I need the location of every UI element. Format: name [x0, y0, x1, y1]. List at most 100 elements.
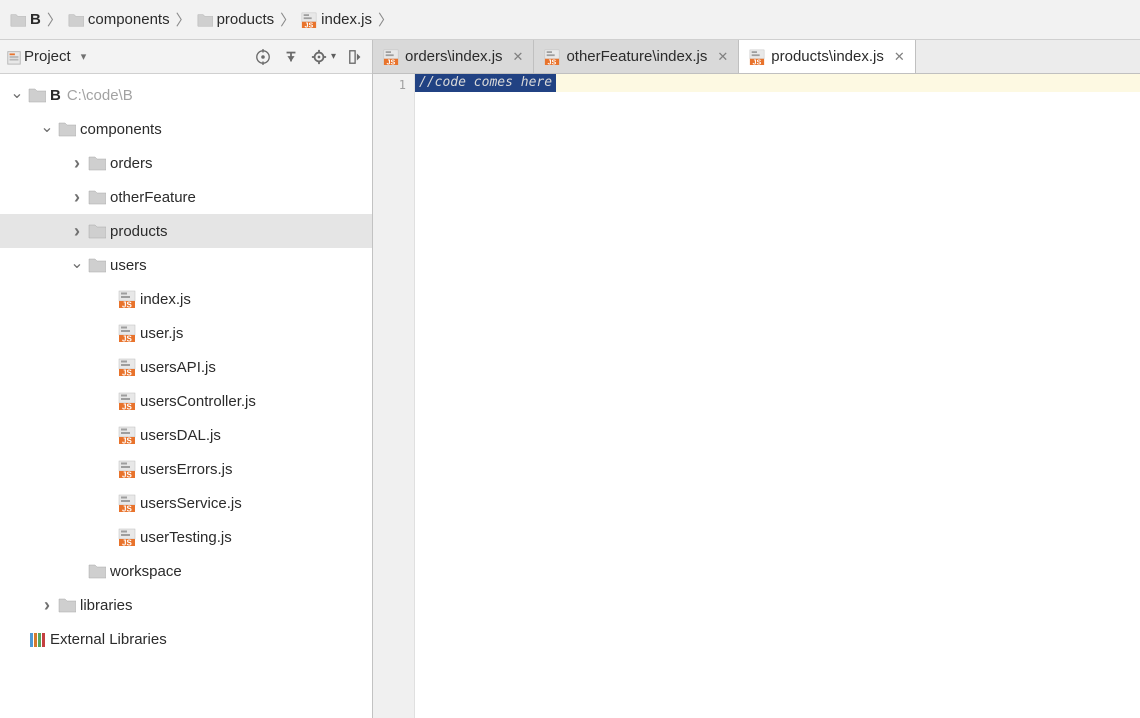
folder-icon	[56, 596, 78, 614]
breadcrumb-label: B	[30, 11, 41, 28]
js-file-icon	[116, 494, 138, 512]
tree-label: External Libraries	[48, 631, 167, 648]
tree-label: usersController.js	[138, 393, 256, 410]
tree-label: usersErrors.js	[138, 461, 233, 478]
js-file-icon	[749, 49, 765, 65]
breadcrumb-label: components	[88, 11, 170, 28]
breadcrumb-item[interactable]: B	[6, 11, 45, 28]
chevron-right-icon: 〉	[45, 9, 64, 30]
chevron-right-icon: 〉	[174, 9, 193, 30]
tree-label: otherFeature	[108, 189, 196, 206]
tree-row[interactable]: ⌄ BC:\code\B	[0, 78, 372, 112]
tree-label: libraries	[78, 597, 133, 614]
tree-row[interactable]: › products	[0, 214, 372, 248]
folder-icon	[86, 256, 108, 274]
folder-icon	[86, 562, 108, 580]
chevron-down-icon[interactable]: ⌄	[38, 117, 56, 137]
tree-row[interactable]: ⌄ components	[0, 112, 372, 146]
chevron-right-icon[interactable]: ›	[68, 187, 86, 208]
collapse-icon[interactable]	[283, 49, 299, 65]
code-line[interactable]: //code comes here	[415, 74, 1140, 92]
tree-label: userTesting.js	[138, 529, 232, 546]
folder-icon	[86, 154, 108, 172]
code-text: //code comes here	[415, 74, 556, 92]
editor-tab[interactable]: products\index.js ✕	[739, 40, 915, 73]
hide-icon[interactable]	[348, 49, 364, 65]
tree-label: B	[48, 87, 61, 104]
breadcrumb-item[interactable]: components	[64, 11, 174, 28]
project-toolbar: Project ▾ ▾	[0, 40, 372, 74]
js-file-icon	[116, 392, 138, 410]
editor-gutter: 1	[373, 74, 415, 718]
chevron-right-icon[interactable]: ›	[68, 221, 86, 242]
editor-tab[interactable]: orders\index.js ✕	[373, 40, 534, 73]
folder-icon	[86, 222, 108, 240]
gutter-line-number: 1	[373, 76, 406, 94]
tree-row[interactable]: workspace	[0, 554, 372, 588]
tree-label: orders	[108, 155, 153, 172]
js-file-icon	[116, 290, 138, 308]
tab-label: orders\index.js	[405, 48, 503, 65]
editor-content[interactable]: //code comes here	[415, 74, 1140, 718]
chevron-down-icon[interactable]: ⌄	[68, 253, 86, 273]
chevron-right-icon[interactable]: ›	[68, 153, 86, 174]
chevron-right-icon: 〉	[278, 9, 297, 30]
tab-label: products\index.js	[771, 48, 884, 65]
tree-row[interactable]: usersController.js	[0, 384, 372, 418]
tree-label: usersDAL.js	[138, 427, 221, 444]
project-tree[interactable]: ⌄ BC:\code\B ⌄ components › orders › otherFeatu…	[0, 74, 372, 718]
breadcrumb-item[interactable]: products	[193, 11, 279, 28]
chevron-right-icon: 〉	[376, 9, 395, 30]
folder-icon	[56, 120, 78, 138]
tree-label: user.js	[138, 325, 183, 342]
tree-row[interactable]: ⌄ users	[0, 248, 372, 282]
editor-tab[interactable]: otherFeature\index.js✕	[534, 40, 739, 73]
external-libraries-icon	[26, 630, 48, 648]
tree-row[interactable]: usersDAL.js	[0, 418, 372, 452]
breadcrumb: B〉components〉products〉index.js〉	[0, 0, 1140, 40]
editor-tabbar: orders\index.js✕otherFeature\index.js✕pr…	[373, 40, 1140, 74]
tree-row[interactable]: usersAPI.js	[0, 350, 372, 384]
tree-row[interactable]: usersErrors.js	[0, 452, 372, 486]
gear-dropdown-icon[interactable]: ▾	[331, 51, 336, 62]
gear-icon[interactable]	[311, 49, 327, 65]
tree-path: C:\code\B	[61, 87, 133, 104]
close-icon[interactable]: ✕	[509, 49, 524, 65]
js-file-icon	[116, 460, 138, 478]
close-icon[interactable]: ✕	[890, 49, 905, 65]
tree-label: components	[78, 121, 162, 138]
tree-row[interactable]: userTesting.js	[0, 520, 372, 554]
code-editor[interactable]: 1 //code comes here	[373, 74, 1140, 718]
tree-row[interactable]: usersService.js	[0, 486, 372, 520]
tree-row[interactable]: user.js	[0, 316, 372, 350]
folder-icon	[26, 86, 48, 104]
tree-label: usersAPI.js	[138, 359, 216, 376]
close-icon[interactable]: ✕	[713, 49, 728, 65]
tree-row[interactable]: index.js	[0, 282, 372, 316]
breadcrumb-item[interactable]: index.js	[297, 11, 376, 28]
js-file-icon	[116, 324, 138, 342]
target-icon[interactable]	[255, 49, 271, 65]
js-file-icon	[116, 528, 138, 546]
tree-label: index.js	[138, 291, 191, 308]
tree-row[interactable]: External Libraries	[0, 622, 372, 656]
tree-row[interactable]: › otherFeature	[0, 180, 372, 214]
chevron-right-icon[interactable]: ›	[38, 595, 56, 616]
tree-label: products	[108, 223, 168, 240]
editor-area: orders\index.js✕otherFeature\index.js✕pr…	[373, 40, 1140, 718]
folder-icon	[86, 188, 108, 206]
chevron-down-icon[interactable]: ⌄	[8, 83, 26, 103]
tree-row[interactable]: › orders	[0, 146, 372, 180]
project-view-selector[interactable]: Project ▾	[6, 48, 86, 65]
dropdown-arrow-icon: ▾	[73, 50, 87, 63]
project-title: Project	[24, 48, 71, 65]
tree-label: usersService.js	[138, 495, 242, 512]
main-split: Project ▾ ▾ ⌄ BC:\code\B ⌄ components › order…	[0, 40, 1140, 718]
project-sidebar: Project ▾ ▾ ⌄ BC:\code\B ⌄ components › order…	[0, 40, 373, 718]
js-file-icon	[116, 426, 138, 444]
tree-label: workspace	[108, 563, 182, 580]
breadcrumb-label: products	[217, 11, 275, 28]
tree-row[interactable]: › libraries	[0, 588, 372, 622]
tree-label: users	[108, 257, 147, 274]
js-file-icon	[383, 49, 399, 65]
